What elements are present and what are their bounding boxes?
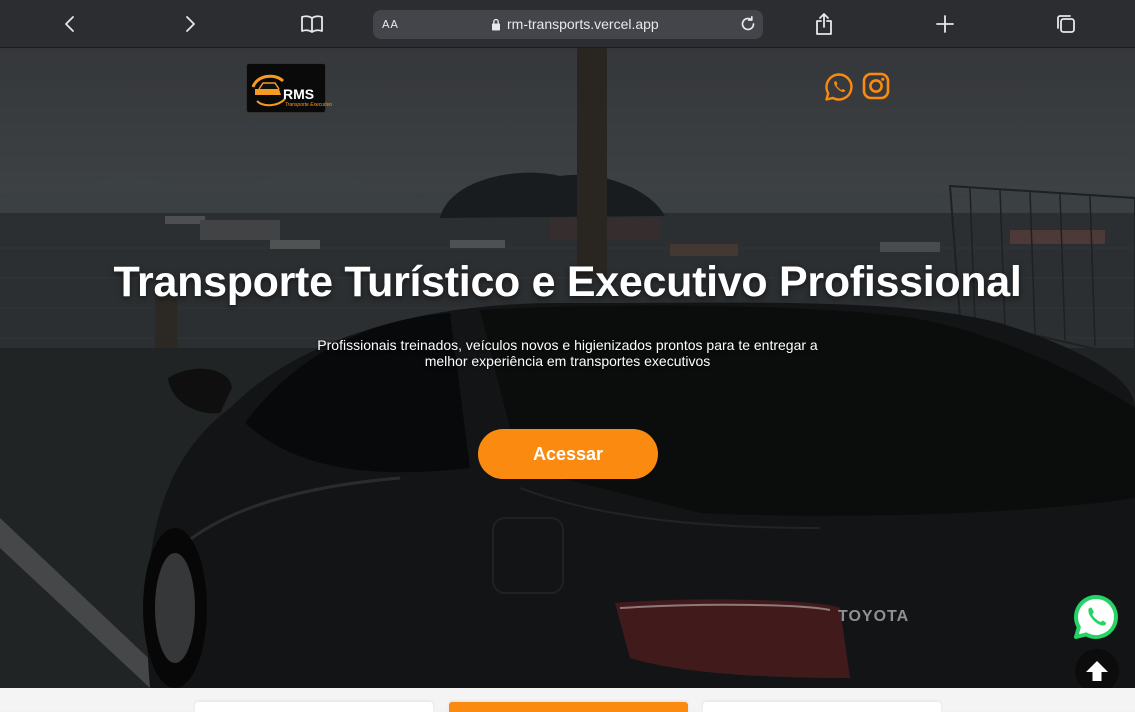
- logo[interactable]: RMS Transporte Executivo: [246, 63, 332, 113]
- reader-mode-button[interactable]: AA: [382, 18, 398, 31]
- hero-title: Transporte Turístico e Executivo Profiss…: [113, 258, 1022, 306]
- forward-icon[interactable]: [174, 8, 206, 40]
- reload-icon[interactable]: [739, 15, 757, 38]
- browser-toolbar: AA rm-transports.vercel.app: [0, 0, 1135, 48]
- service-card: [195, 702, 433, 712]
- arrow-up-icon: [1086, 661, 1108, 681]
- logo-text: RMS: [283, 86, 315, 102]
- url-text: rm-transports.vercel.app: [507, 16, 659, 32]
- whatsapp-float-icon[interactable]: [1072, 593, 1120, 641]
- next-section: [0, 688, 1135, 712]
- hero-subtitle: Profissionais treinados, veículos novos …: [317, 337, 818, 369]
- instagram-icon[interactable]: [862, 72, 892, 102]
- service-card: [703, 702, 941, 712]
- new-tab-icon[interactable]: [929, 8, 961, 40]
- service-card-highlight: [449, 702, 688, 712]
- hero-section: TOYOTA RMS Transporte Executivo Transpor…: [0, 48, 1135, 688]
- access-button[interactable]: Acessar: [478, 429, 658, 479]
- scroll-to-top-button[interactable]: [1075, 649, 1119, 688]
- whatsapp-icon[interactable]: [824, 72, 854, 102]
- tabs-icon[interactable]: [1050, 8, 1082, 40]
- share-icon[interactable]: [808, 8, 840, 40]
- bookmarks-icon[interactable]: [296, 8, 328, 40]
- logo-subtitle: Transporte Executivo: [285, 102, 332, 108]
- address-bar[interactable]: AA rm-transports.vercel.app: [373, 10, 763, 39]
- back-icon[interactable]: [54, 8, 86, 40]
- lock-icon: [492, 18, 500, 31]
